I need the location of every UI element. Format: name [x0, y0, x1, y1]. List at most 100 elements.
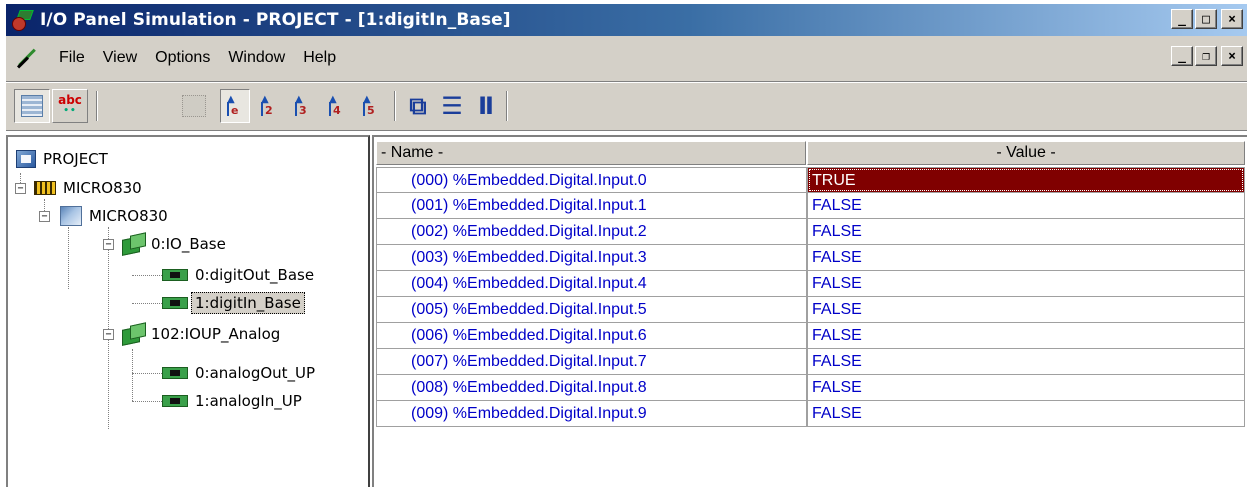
variable-name-cell[interactable]: (005) %Embedded.Digital.Input.5 — [376, 297, 807, 323]
tile-horizontal-button[interactable]: ☰ — [436, 89, 468, 123]
toolbar-separator — [96, 91, 98, 121]
tree-node-analogout-up[interactable]: 0:analogOut_UP — [162, 359, 315, 387]
variable-name-cell[interactable]: (008) %Embedded.Digital.Input.8 — [376, 375, 807, 401]
mdi-restore-button[interactable]: ❐ — [1195, 46, 1217, 66]
variable-name-cell[interactable]: (004) %Embedded.Digital.Input.4 — [376, 271, 807, 297]
disabled-button[interactable] — [176, 89, 212, 123]
table-row[interactable]: (000) %Embedded.Digital.Input.0 TRUE — [376, 167, 1245, 193]
menu-options[interactable]: Options — [146, 49, 219, 67]
variable-name-cell[interactable]: (003) %Embedded.Digital.Input.3 — [376, 245, 807, 271]
tree-node-digitout-base[interactable]: 0:digitOut_Base — [162, 261, 314, 289]
menu-window[interactable]: Window — [219, 49, 294, 67]
tree-connector — [132, 303, 162, 304]
tree-node-controller[interactable]: MICRO830 — [34, 174, 142, 202]
slot-2-label: 2 — [265, 104, 273, 117]
maximize-button[interactable]: □ — [1195, 9, 1217, 29]
title-bar[interactable]: I/O Panel Simulation - PROJECT - [1:digi… — [6, 4, 1247, 36]
mdi-close-button[interactable]: × — [1221, 46, 1243, 66]
tree-node-ioup-analog[interactable]: 102:IOUP_Analog — [122, 320, 280, 348]
variable-value-cell[interactable]: FALSE — [807, 245, 1245, 271]
tree-node-label: MICRO830 — [89, 207, 168, 225]
abc-button[interactable]: abc •• — [52, 89, 88, 123]
io-variable-grid[interactable]: - Name - - Value - (000) %Embedded.Digit… — [372, 135, 1247, 487]
cascade-icon: ⧉ — [409, 92, 427, 120]
column-header-name[interactable]: - Name - — [376, 141, 806, 165]
project-tree[interactable]: PROJECT − MICRO830 − MICRO830 − 0:IO_Bas… — [6, 135, 370, 487]
document-icon[interactable] — [14, 46, 36, 69]
grid-view-icon — [21, 95, 43, 117]
tile-vertical-button[interactable]: Ⅱ — [470, 89, 502, 123]
tree-node-label: MICRO830 — [63, 179, 142, 197]
table-row[interactable]: (005) %Embedded.Digital.Input.5 FALSE — [376, 297, 1245, 323]
variable-value-cell[interactable]: FALSE — [807, 323, 1245, 349]
menu-file[interactable]: File — [50, 49, 94, 67]
column-header-value[interactable]: - Value - — [807, 141, 1245, 165]
table-row[interactable]: (002) %Embedded.Digital.Input.2 FALSE — [376, 219, 1245, 245]
minimize-button[interactable]: _ — [1171, 9, 1193, 29]
variable-value-cell[interactable]: FALSE — [807, 219, 1245, 245]
variable-value-cell[interactable]: FALSE — [807, 349, 1245, 375]
menu-view[interactable]: View — [94, 49, 146, 67]
app-icon[interactable] — [12, 9, 34, 31]
collapse-toggle[interactable]: − — [103, 239, 114, 250]
collapse-toggle[interactable]: − — [39, 211, 50, 222]
window-title: I/O Panel Simulation - PROJECT - [1:digi… — [40, 10, 511, 30]
close-button[interactable]: × — [1221, 9, 1243, 29]
table-row[interactable]: (001) %Embedded.Digital.Input.1 FALSE — [376, 193, 1245, 219]
tree-node-label: 1:digitIn_Base — [191, 292, 305, 314]
variable-value-cell[interactable]: FALSE — [807, 375, 1245, 401]
variable-value-cell[interactable]: FALSE — [807, 401, 1245, 427]
variable-name-cell[interactable]: (006) %Embedded.Digital.Input.6 — [376, 323, 807, 349]
table-row[interactable]: (007) %Embedded.Digital.Input.7 FALSE — [376, 349, 1245, 375]
variable-name-cell[interactable]: (007) %Embedded.Digital.Input.7 — [376, 349, 807, 375]
table-row[interactable]: (009) %Embedded.Digital.Input.9 FALSE — [376, 401, 1245, 427]
variable-name-cell[interactable]: (000) %Embedded.Digital.Input.0 — [376, 167, 807, 193]
io-card-icon — [162, 297, 188, 309]
table-row[interactable]: (006) %Embedded.Digital.Input.6 FALSE — [376, 323, 1245, 349]
variable-name-cell[interactable]: (001) %Embedded.Digital.Input.1 — [376, 193, 807, 219]
variable-value-cell[interactable]: FALSE — [807, 297, 1245, 323]
tree-connector — [68, 227, 69, 289]
variable-name-cell[interactable]: (009) %Embedded.Digital.Input.9 — [376, 401, 807, 427]
tile-horizontal-icon: ☰ — [441, 92, 463, 120]
tile-vertical-icon: Ⅱ — [478, 92, 494, 120]
tree-node-cpu[interactable]: MICRO830 — [60, 202, 168, 230]
variable-value-cell[interactable]: FALSE — [807, 193, 1245, 219]
toolbar: abc •• ▲ e ▲ 2 ▲ 3 ▲ 4 ▲ 5 ⧉ ☰ Ⅱ — [6, 83, 1247, 131]
project-icon — [16, 150, 36, 168]
collapse-toggle[interactable]: − — [103, 329, 114, 340]
menu-help[interactable]: Help — [294, 49, 345, 67]
slot-e-icon: ▲ e — [227, 94, 239, 117]
variable-name-cell[interactable]: (002) %Embedded.Digital.Input.2 — [376, 219, 807, 245]
cascade-button[interactable]: ⧉ — [402, 89, 434, 123]
table-row[interactable]: (003) %Embedded.Digital.Input.3 FALSE — [376, 245, 1245, 271]
table-row[interactable]: (004) %Embedded.Digital.Input.4 FALSE — [376, 271, 1245, 297]
variable-value-cell[interactable]: FALSE — [807, 271, 1245, 297]
module-icon — [122, 234, 144, 254]
toolbar-separator — [394, 91, 396, 121]
tree-connector — [132, 275, 162, 276]
variable-value-cell[interactable]: TRUE — [807, 167, 1245, 193]
slot-e-button[interactable]: ▲ e — [220, 89, 250, 123]
grid-view-button[interactable] — [14, 89, 50, 123]
tree-node-analogin-up[interactable]: 1:analogIn_UP — [162, 387, 302, 415]
collapse-toggle[interactable]: − — [15, 183, 26, 194]
slot-2-icon: ▲ 2 — [261, 94, 273, 117]
slot-2-button[interactable]: ▲ 2 — [254, 89, 284, 123]
tree-node-io-base[interactable]: 0:IO_Base — [122, 230, 226, 258]
tree-node-label: PROJECT — [43, 150, 108, 168]
slot-3-icon: ▲ 3 — [295, 94, 307, 117]
tree-node-project[interactable]: PROJECT — [16, 145, 108, 173]
slot-3-label: 3 — [299, 104, 307, 117]
tree-connector — [132, 349, 133, 401]
controller-icon — [34, 181, 56, 195]
tree-node-digitin-base[interactable]: 1:digitIn_Base — [162, 289, 305, 317]
tree-connector — [132, 401, 162, 402]
mdi-minimize-button[interactable]: _ — [1171, 46, 1193, 66]
slot-5-button[interactable]: ▲ 5 — [356, 89, 386, 123]
tree-connector — [108, 227, 109, 429]
io-card-icon — [162, 367, 188, 379]
slot-3-button[interactable]: ▲ 3 — [288, 89, 318, 123]
table-row[interactable]: (008) %Embedded.Digital.Input.8 FALSE — [376, 375, 1245, 401]
slot-4-button[interactable]: ▲ 4 — [322, 89, 352, 123]
